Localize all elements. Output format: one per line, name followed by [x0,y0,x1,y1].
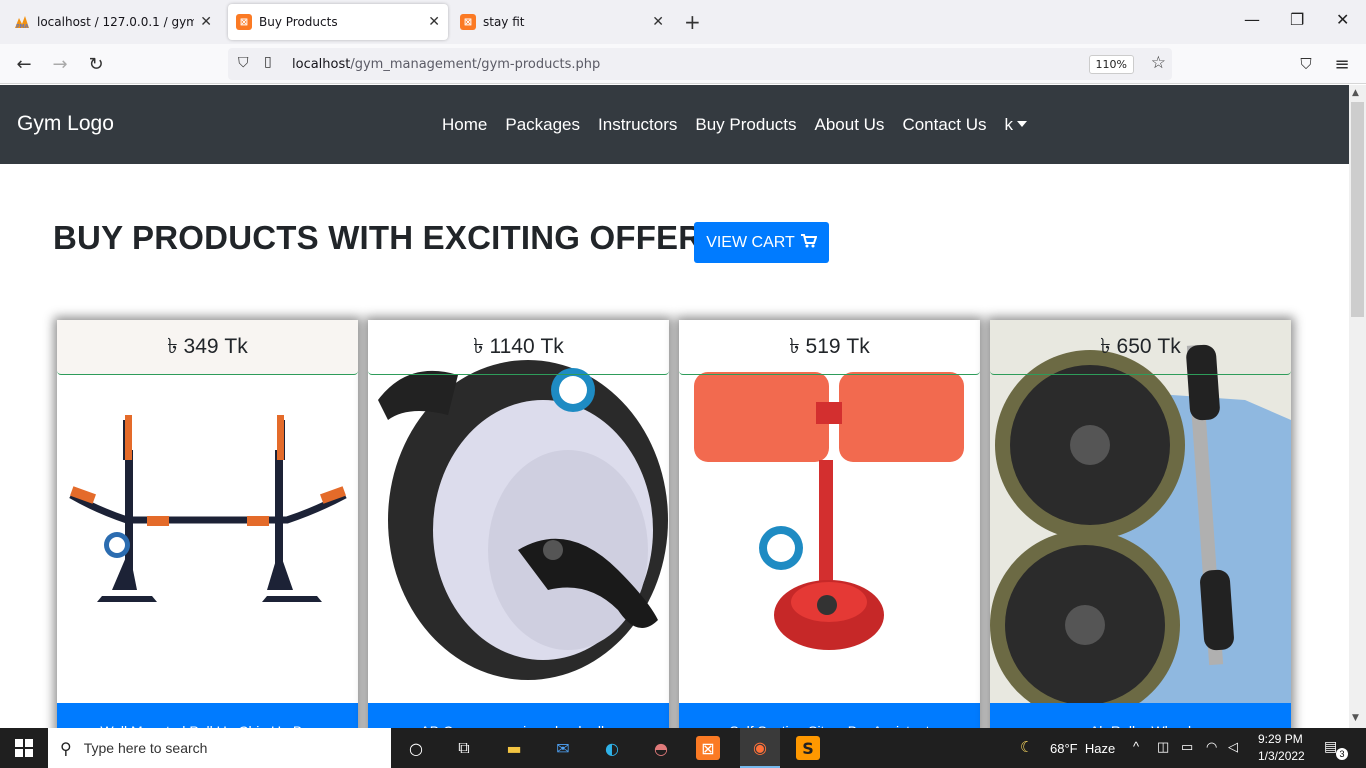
clock-time[interactable]: 9:29 PM [1258,732,1303,746]
windows-start-icon[interactable] [0,728,48,768]
tab-title: localhost / 127.0.0.1 / gym_man [37,15,195,29]
page-icon: ▯ [264,54,272,70]
mail-icon[interactable]: ✉ [549,734,577,762]
main-menu: Home Packages Instructors Buy Products A… [433,115,1036,135]
reload-icon[interactable]: ↻ [84,52,108,76]
nav-item-about-us[interactable]: About Us [806,115,894,135]
price-label: ৳ 519 Tk [789,334,870,358]
nav-item-home[interactable]: Home [433,115,496,135]
url-host: localhost [292,56,351,72]
scroll-down-arrow-icon[interactable]: ▼ [1352,713,1359,723]
price-label: ৳ 349 Tk [167,334,248,358]
close-tab-icon[interactable]: ✕ [652,14,664,30]
nav-item-buy-products[interactable]: Buy Products [686,115,805,135]
clock-date[interactable]: 1/3/2022 [1258,749,1305,763]
phpmyadmin-icon: PMA [14,14,30,30]
shield-icon[interactable]: ⛉ [238,55,249,71]
search-placeholder: Type here to search [83,740,208,756]
restore-icon[interactable]: ❐ [1290,10,1304,29]
page-title: BUY PRODUCTS WITH EXCITING OFFERS [53,219,725,256]
task-view-icon[interactable]: ⧉ [450,734,478,762]
pocket-icon[interactable]: ⛉ [1294,52,1318,76]
weather-text[interactable]: 68°F Haze [1050,741,1115,756]
user-dropdown[interactable]: k [996,115,1037,135]
url-text: localhost/gym_management/gym-products.ph… [292,57,600,72]
tab-title: Buy Products [259,15,338,29]
caret-down-icon [1017,121,1028,127]
browser-tab-buy-products[interactable]: ⊠ Buy Products ✕ [228,4,448,40]
product-card[interactable]: ৳ 349 Tk Wall Mounted Pull Up Chin Up Ba… [57,320,358,740]
browser-tab-phpmyadmin[interactable]: PMA localhost / 127.0.0.1 / gym_man ✕ [6,4,220,40]
edge-browser-icon[interactable]: ◐ [598,734,626,762]
chevron-up-icon[interactable]: ^ [1133,739,1139,754]
nav-item-instructors[interactable]: Instructors [589,115,686,135]
browser-toolbar: ← → ↻ ⛉ ▯ localhost/gym_management/gym-p… [0,44,1366,84]
brand-logo[interactable]: Gym Logo [17,112,114,136]
taskbar-search-box[interactable]: ⚲ Type here to search [48,728,391,768]
price-header: ৳ 650 Tk [990,320,1291,375]
product-image-pull-up-bar [57,320,358,703]
site-navbar: Gym Logo Home Packages Instructors Buy P… [0,85,1349,164]
search-icon: ⚲ [60,738,72,758]
notification-count-badge: 3 [1336,748,1348,760]
view-cart-button[interactable]: VIEW CART [694,222,829,263]
product-image-sit-up-bar [679,320,980,703]
forward-arrow-icon[interactable]: → [48,52,72,76]
shopping-cart-icon [800,234,818,251]
svg-text:PMA: PMA [16,24,29,29]
close-tab-icon[interactable]: ✕ [200,14,212,30]
browser-tab-bar: PMA localhost / 127.0.0.1 / gym_man ✕ ⊠ … [0,0,1366,44]
product-card[interactable]: ৳ 650 Tk Ab Roller Wheel [990,320,1291,740]
price-header: ৳ 519 Tk [679,320,980,375]
price-label: ৳ 650 Tk [1100,334,1181,358]
wifi-icon[interactable]: ◠ [1206,739,1217,755]
close-window-icon[interactable]: ✕ [1336,10,1349,29]
product-image-ab-roller-wheel [990,320,1291,703]
view-cart-label: VIEW CART [706,233,795,251]
page-scrollbar[interactable]: ▲ ▼ [1349,85,1366,728]
firefox-taskbar-icon[interactable]: ◉ [740,728,780,768]
url-path: /gym_management/gym-products.php [350,56,601,72]
xampp-icon: ⊠ [236,14,252,30]
browser-tab-stay-fit[interactable]: ⊠ stay fit ✕ [452,4,672,40]
battery-icon[interactable]: ▭ [1181,739,1193,755]
paint-app-icon[interactable]: ◓ [647,734,675,762]
zoom-level-badge[interactable]: 110% [1088,55,1134,74]
user-dropdown-label: k [1004,115,1014,134]
tab-title: stay fit [483,15,525,29]
windows-taskbar: ⚲ Type here to search ○ ⧉ ▬ ✉ ◐ ◓ ⊠ ◉ S … [0,728,1366,768]
scroll-thumb[interactable] [1351,102,1364,317]
weather-moon-icon: ☾ [1020,739,1034,756]
minimize-icon[interactable]: — [1244,10,1260,29]
new-tab-button[interactable]: + [684,10,701,34]
nav-item-packages[interactable]: Packages [496,115,589,135]
nav-item-contact-us[interactable]: Contact Us [893,115,995,135]
xampp-icon: ⊠ [460,14,476,30]
product-card[interactable]: ৳ 519 Tk Self Suction Sit up Bar Assista… [679,320,980,740]
price-header: ৳ 1140 Tk [368,320,669,375]
xampp-taskbar-icon[interactable]: ⊠ [696,736,720,760]
scroll-up-arrow-icon[interactable]: ▲ [1352,88,1359,98]
bookmark-star-icon[interactable]: ☆ [1151,53,1166,73]
cortana-icon[interactable]: ○ [402,734,430,762]
price-header: ৳ 349 Tk [57,320,358,375]
product-card[interactable]: ৳ 1140 Tk AB Carver exercise wheel rolle… [368,320,669,740]
file-explorer-icon[interactable]: ▬ [500,734,528,762]
back-arrow-icon[interactable]: ← [12,52,36,76]
sublime-text-icon[interactable]: S [796,736,820,760]
menu-hamburger-icon[interactable]: ≡ [1330,52,1354,76]
meet-now-icon[interactable]: ◫ [1157,739,1169,755]
address-bar[interactable]: ⛉ ▯ localhost/gym_management/gym-product… [228,48,1172,80]
product-image-ab-carver [368,320,669,703]
volume-icon[interactable]: ◁ [1228,739,1238,755]
close-tab-icon[interactable]: ✕ [428,14,440,30]
price-label: ৳ 1140 Tk [473,334,564,358]
